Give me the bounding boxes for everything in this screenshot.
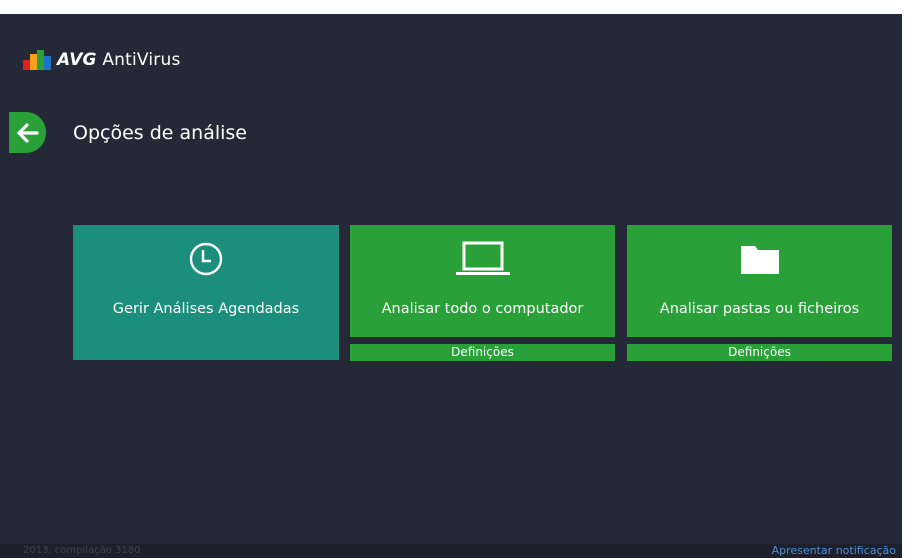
app-title-bold: AVG: [57, 50, 97, 70]
tile-label: Gerir Análises Agendadas: [112, 301, 300, 317]
scan-whole-computer-settings[interactable]: Definições: [350, 344, 615, 361]
folder-icon: [739, 241, 781, 277]
laptop-icon: [454, 241, 512, 277]
tile-label: Analisar pastas ou ficheiros: [659, 301, 860, 317]
avg-logo-icon: [23, 50, 51, 70]
brand-header: AVG AntiVirus: [23, 50, 181, 70]
tile-label: Analisar todo o computador: [381, 301, 584, 317]
app-title: AVG AntiVirus: [57, 50, 181, 70]
app-title-rest: AntiVirus: [102, 50, 181, 70]
back-button[interactable]: [9, 112, 46, 153]
manage-scheduled-scans-tile[interactable]: Gerir Análises Agendadas: [73, 225, 339, 360]
version-text: 2013, compilação 3180: [23, 545, 141, 556]
clock-icon: [189, 241, 223, 277]
app-window: × AVG AntiVirus Opções de análise: [0, 0, 906, 558]
arrow-left-icon: [16, 122, 39, 143]
scan-folders-files-tile[interactable]: Analisar pastas ou ficheiros: [627, 225, 892, 337]
scan-folders-files-settings[interactable]: Definições: [627, 344, 892, 361]
status-bar: 2013, compilação 3180 Apresentar notific…: [0, 544, 902, 558]
show-notification-link[interactable]: Apresentar notificação: [772, 544, 896, 558]
main-panel: AVG AntiVirus Opções de análise Gerir An…: [0, 14, 902, 558]
page-title: Opções de análise: [73, 122, 247, 144]
scan-whole-computer-tile[interactable]: Analisar todo o computador: [350, 225, 615, 337]
